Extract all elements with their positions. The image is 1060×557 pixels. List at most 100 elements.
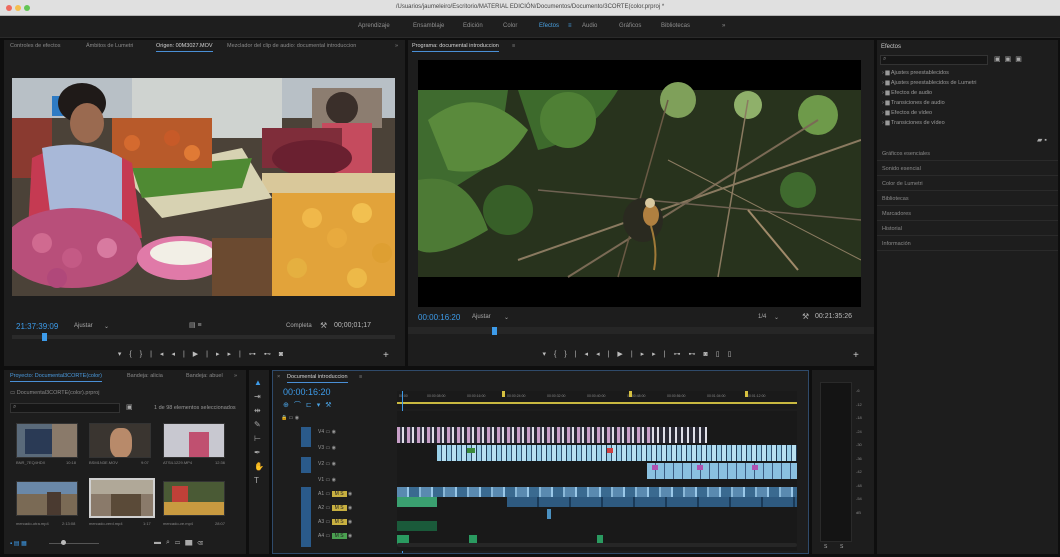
audio-clip[interactable] — [397, 497, 437, 507]
section-markers[interactable]: Marcadores — [877, 206, 1058, 221]
program-quality-dropdown[interactable]: 1/4 — [758, 314, 766, 320]
audio-clip-group-a1[interactable] — [507, 497, 797, 507]
program-playhead[interactable] — [492, 327, 497, 335]
thumbnail-size-handle[interactable] — [61, 540, 66, 545]
timeline-close-icon[interactable]: × — [277, 374, 280, 380]
section-essential-graphics[interactable]: Gráficos esenciales — [877, 146, 1058, 161]
effects-item-lumetri-presets[interactable]: › ▆ Ajustes preestablecidos de Lumetri — [882, 80, 976, 86]
clip-group-v3[interactable] — [437, 445, 797, 461]
effects-item-audio-transitions[interactable]: › ▆ Transiciones de audio — [882, 100, 945, 106]
meter-solo-left[interactable]: S — [824, 544, 827, 550]
clip-group-v2[interactable] — [647, 463, 797, 479]
effects-view-buttons[interactable]: ▣▣▣ — [994, 55, 1026, 63]
effects-item-presets[interactable]: › ▆ Ajustes preestablecidos — [882, 70, 949, 76]
go-to-in-button[interactable]: |◂ — [150, 351, 171, 358]
export-frame-button[interactable]: ◙ — [279, 351, 291, 358]
new-bin-icon[interactable]: ▣ — [126, 403, 133, 411]
thumbnail-clip[interactable] — [89, 423, 151, 458]
program-add-button[interactable]: + — [853, 350, 859, 361]
workspace-graficos[interactable]: Gráficos — [619, 23, 641, 29]
program-add-marker-button[interactable]: ▾ — [543, 351, 555, 358]
workspace-edicion[interactable]: Edición — [463, 23, 483, 29]
source-fit-dropdown[interactable]: Ajustar — [74, 323, 93, 329]
tab-sequence[interactable]: Documental introduccion — [287, 374, 348, 383]
project-footer-buttons[interactable]: ▬⌕▭▆⌫ — [154, 539, 208, 547]
workspace-more-button[interactable]: » — [722, 23, 725, 29]
hand-tool-icon[interactable]: ✋ — [254, 462, 264, 471]
lift-button[interactable]: ⊶ — [674, 351, 689, 358]
source-playhead[interactable] — [42, 333, 47, 341]
workspace-ensamblaje[interactable]: Ensamblaje — [413, 23, 444, 29]
tab-program[interactable]: Programa: documental introduccion — [412, 43, 499, 52]
tab-bin-abuel[interactable]: Bandeja: abuel — [186, 373, 223, 379]
effects-search-input[interactable]: ⌕ — [880, 55, 988, 65]
program-wrench-icon[interactable]: ⚒ — [802, 312, 809, 321]
thumbnail-clip[interactable] — [163, 481, 225, 516]
overwrite-button[interactable]: ⊷ — [264, 351, 279, 358]
source-fit-chevron-icon[interactable]: ⌄ — [104, 323, 109, 330]
timeline-horizontal-scrollbar[interactable] — [397, 543, 797, 547]
thumbnail-clip-selected[interactable] — [89, 478, 155, 518]
source-add-button[interactable]: + — [383, 350, 389, 361]
add-marker-button[interactable]: ▾ — [118, 351, 130, 358]
program-fit-dropdown[interactable]: Ajustar — [472, 314, 491, 320]
program-menu-icon[interactable]: ≡ — [512, 43, 515, 49]
timeline-ruler[interactable]: 00:00 00:00:08:00 00:00:16:00 00:00:24:0… — [397, 391, 797, 409]
workspace-efectos[interactable]: Efectos — [539, 23, 559, 29]
workspace-color[interactable]: Color — [503, 23, 517, 29]
marker[interactable] — [502, 391, 505, 397]
mark-in-button[interactable]: { — [129, 351, 139, 358]
comparison-view-button[interactable]: ▯▯ — [716, 351, 740, 358]
source-wrench-icon[interactable]: ⚒ — [320, 321, 327, 330]
section-history[interactable]: Historial — [877, 221, 1058, 236]
thumbnail-size-slider[interactable] — [49, 543, 99, 544]
program-step-back-button[interactable]: ◂| — [596, 351, 617, 358]
program-fit-chevron-icon[interactable]: ⌄ — [504, 314, 509, 321]
source-time-ruler[interactable] — [12, 335, 395, 339]
meter-solo-right[interactable]: S — [840, 544, 843, 550]
track-source-patch[interactable] — [301, 427, 311, 447]
effects-item-audio-effects[interactable]: › ▆ Efectos de audio — [882, 90, 932, 96]
new-folder-icon[interactable]: ▰ ▪ — [1037, 136, 1047, 144]
timeline-toolbar[interactable]: ⊕⌒⊏▾⚒ — [283, 400, 337, 410]
effects-item-video-transitions[interactable]: › ▆ Transiciones de vídeo — [882, 120, 945, 126]
tab-project[interactable]: Proyecto: Documental3CORTE(color) — [10, 373, 102, 382]
tab-source[interactable]: Origen: 00M3027.MOV — [156, 43, 213, 52]
program-time-ruler[interactable] — [408, 327, 874, 334]
type-tool-icon[interactable]: T — [254, 476, 259, 485]
play-button[interactable]: ▶ — [193, 351, 206, 358]
workspace-aprendizaje[interactable]: Aprendizaje — [358, 23, 390, 29]
go-to-out-button[interactable]: ▸| — [228, 351, 249, 358]
track-audio-patch[interactable] — [301, 487, 311, 547]
tab-audio-clip-mixer[interactable]: Mezclador del clip de audio: documental … — [227, 43, 356, 49]
workspace-audio[interactable]: Audio — [582, 23, 597, 29]
program-timecode[interactable]: 00:00:16:20 — [418, 313, 460, 322]
section-essential-sound[interactable]: Sonido esencial — [877, 161, 1058, 176]
project-more-button[interactable]: » — [234, 373, 237, 379]
ripple-edit-tool-icon[interactable]: ⇹ — [254, 406, 261, 415]
source-settings-icon[interactable]: ▤ ≡ — [189, 321, 202, 329]
project-search-input[interactable]: ⌕ — [10, 403, 120, 413]
program-mark-in-button[interactable]: { — [554, 351, 564, 358]
step-back-button[interactable]: ◂| — [171, 351, 192, 358]
workspace-menu-icon[interactable]: ≡ — [568, 23, 572, 29]
program-quality-chevron-icon[interactable]: ⌄ — [774, 314, 779, 321]
section-libraries[interactable]: Bibliotecas — [877, 191, 1058, 206]
razor-tool-icon[interactable]: ✎ — [254, 420, 261, 429]
source-quality-dropdown[interactable]: Completa — [286, 323, 312, 329]
section-lumetri-color[interactable]: Color de Lumetri — [877, 176, 1058, 191]
tab-bin-alicia[interactable]: Bandeja: alicia — [127, 373, 163, 379]
program-go-to-in-button[interactable]: |◂ — [575, 351, 596, 358]
program-go-to-out-button[interactable]: ▸| — [652, 351, 673, 358]
thumbnail-clip[interactable] — [16, 423, 78, 458]
mark-out-button[interactable]: } — [140, 351, 150, 358]
track-select-tool-icon[interactable]: ⇥ — [254, 392, 261, 401]
extract-button[interactable]: ⊷ — [689, 351, 704, 358]
pen-tool-icon[interactable]: ✒ — [254, 448, 261, 457]
timeline-timecode[interactable]: 00:00:16:20 — [283, 387, 331, 397]
tab-lumetri-scopes[interactable]: Ámbitos de Lumetri — [86, 43, 133, 49]
program-export-frame-button[interactable]: ◙ — [704, 351, 716, 358]
section-info[interactable]: Información — [877, 236, 1058, 251]
selection-tool-icon[interactable]: ▲ — [254, 378, 262, 387]
thumbnail-clip[interactable] — [163, 423, 225, 458]
